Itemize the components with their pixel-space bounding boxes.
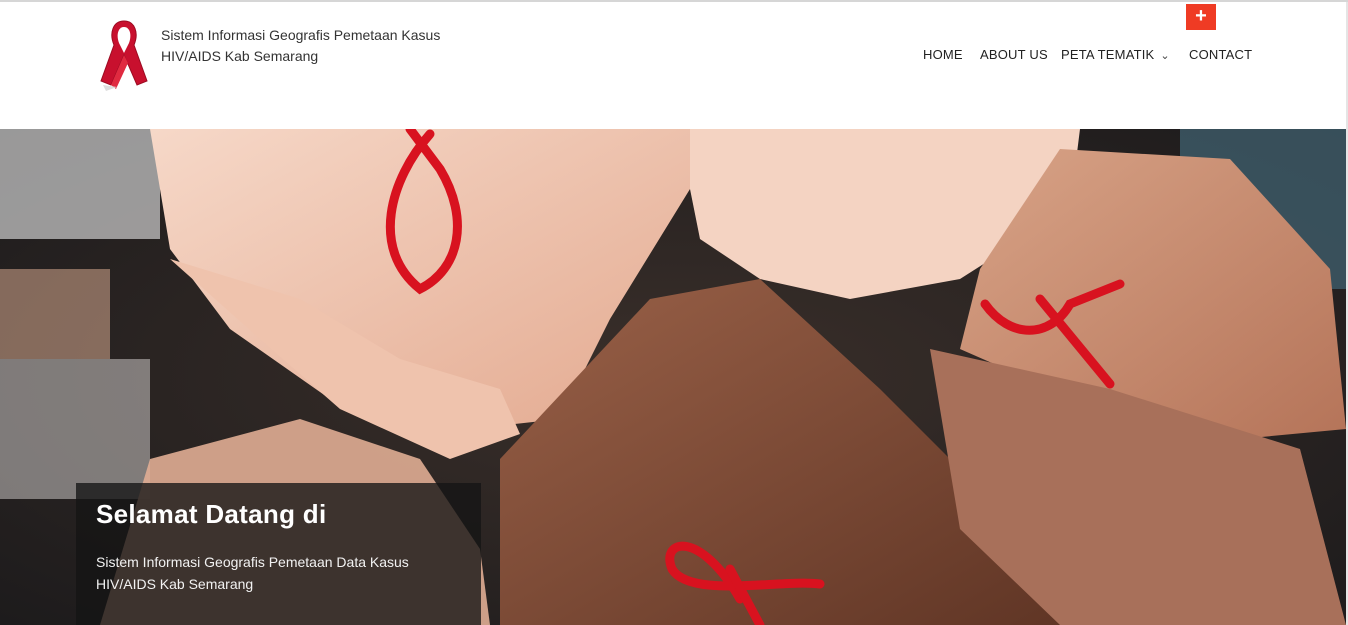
red-ribbon-logo-icon[interactable] bbox=[97, 15, 151, 93]
welcome-title: Selamat Datang di bbox=[96, 499, 327, 529]
nav-about-us[interactable]: ABOUT US bbox=[980, 47, 1048, 62]
hero-banner: Selamat Datang di Sistem Informasi Geogr… bbox=[0, 129, 1346, 625]
nav-peta-tematik-label: PETA TEMATIK bbox=[1061, 47, 1155, 62]
site-title[interactable]: Sistem Informasi Geografis Pemetaan Kasu… bbox=[161, 25, 461, 67]
nav-peta-tematik[interactable]: PETA TEMATIK ⌄ bbox=[1061, 47, 1170, 62]
nav-home[interactable]: HOME bbox=[923, 47, 963, 62]
welcome-box: Selamat Datang di Sistem Informasi Geogr… bbox=[76, 483, 481, 625]
site-header: Sistem Informasi Geografis Pemetaan Kasu… bbox=[0, 2, 1346, 129]
plus-icon[interactable]: + bbox=[1186, 4, 1216, 30]
nav-contact[interactable]: CONTACT bbox=[1189, 47, 1252, 62]
welcome-text: Sistem Informasi Geografis Pemetaan Data… bbox=[96, 554, 409, 592]
chevron-down-icon: ⌄ bbox=[1160, 50, 1170, 62]
